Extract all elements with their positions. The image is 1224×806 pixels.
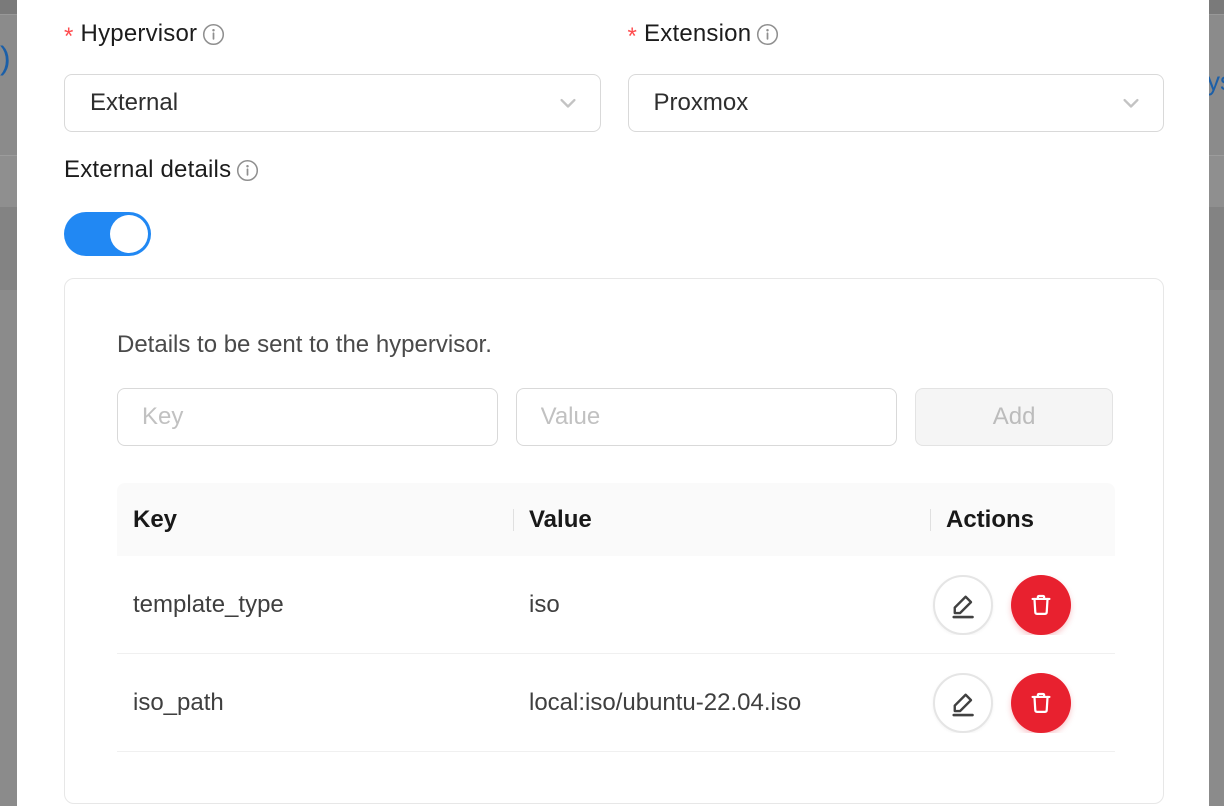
modal-dialog: * Hypervisor External xyxy=(17,0,1209,806)
field-extension: * Extension Proxmox xyxy=(628,19,1165,132)
trash-icon xyxy=(1027,591,1055,619)
extension-selected-value: Proxmox xyxy=(654,89,749,117)
table-row: iso_path local:iso/ubuntu-22.04.iso xyxy=(117,654,1115,752)
extension-select[interactable]: Proxmox xyxy=(628,74,1165,132)
row-key-cell: iso_path xyxy=(117,689,513,717)
key-input[interactable] xyxy=(117,388,498,446)
info-icon[interactable] xyxy=(756,23,779,46)
edit-button[interactable] xyxy=(933,673,993,733)
toggle-knob xyxy=(110,215,148,253)
dimmed-page-left-edge: ) xyxy=(0,0,17,806)
hypervisor-label: * Hypervisor xyxy=(64,19,601,49)
info-icon[interactable] xyxy=(202,23,225,46)
hypervisor-select[interactable]: External xyxy=(64,74,601,132)
dimmed-band xyxy=(1209,207,1224,290)
external-details-label: External details xyxy=(64,155,1164,185)
divider xyxy=(1209,155,1224,156)
info-icon[interactable] xyxy=(236,159,259,182)
external-details-toggle[interactable] xyxy=(64,212,151,256)
required-asterisk: * xyxy=(64,23,74,51)
divider xyxy=(0,155,17,156)
background-link-fragment: ) xyxy=(0,40,11,77)
chevron-down-icon xyxy=(554,89,582,117)
pencil-icon xyxy=(948,688,978,718)
chevron-down-icon xyxy=(1117,89,1145,117)
dimmed-band xyxy=(0,207,17,290)
row-actions-cell xyxy=(930,673,1115,733)
value-input[interactable] xyxy=(516,388,898,446)
table-header-actions: Actions xyxy=(930,506,1115,534)
add-button[interactable]: Add xyxy=(915,388,1113,446)
divider xyxy=(1209,14,1224,15)
delete-button[interactable] xyxy=(1011,673,1071,733)
form-row: * Hypervisor External xyxy=(64,19,1164,132)
row-value-cell: iso xyxy=(513,591,930,619)
table-header-row: Key Value Actions xyxy=(117,483,1115,556)
extension-label-text: Extension xyxy=(644,20,751,48)
trash-icon xyxy=(1027,689,1055,717)
divider xyxy=(0,14,17,15)
row-actions-cell xyxy=(930,575,1115,635)
delete-button[interactable] xyxy=(1011,575,1071,635)
edit-button[interactable] xyxy=(933,575,993,635)
dimmed-band xyxy=(1209,156,1224,207)
hypervisor-details-panel: Details to be sent to the hypervisor. Ad… xyxy=(64,278,1164,804)
dimmed-page-right-edge: ys xyxy=(1209,0,1224,806)
details-table: Key Value Actions template_type iso xyxy=(117,483,1115,752)
dimmed-header-band xyxy=(0,0,17,14)
dimmed-header-band xyxy=(1209,0,1224,14)
external-details-label-text: External details xyxy=(64,156,231,184)
field-hypervisor: * Hypervisor External xyxy=(64,19,601,132)
key-value-entry-row: Add xyxy=(117,388,1113,446)
row-value-cell: local:iso/ubuntu-22.04.iso xyxy=(513,689,930,717)
pencil-icon xyxy=(948,590,978,620)
panel-description: Details to be sent to the hypervisor. xyxy=(117,331,1113,359)
row-key-cell: template_type xyxy=(117,591,513,619)
extension-label: * Extension xyxy=(628,19,1165,49)
hypervisor-selected-value: External xyxy=(90,89,178,117)
table-row: template_type iso xyxy=(117,556,1115,654)
table-header-value: Value xyxy=(513,506,930,534)
table-header-key: Key xyxy=(117,506,513,534)
dimmed-band xyxy=(0,156,17,207)
hypervisor-label-text: Hypervisor xyxy=(81,20,198,48)
background-link-fragment: ys xyxy=(1209,66,1224,97)
required-asterisk: * xyxy=(628,23,638,51)
